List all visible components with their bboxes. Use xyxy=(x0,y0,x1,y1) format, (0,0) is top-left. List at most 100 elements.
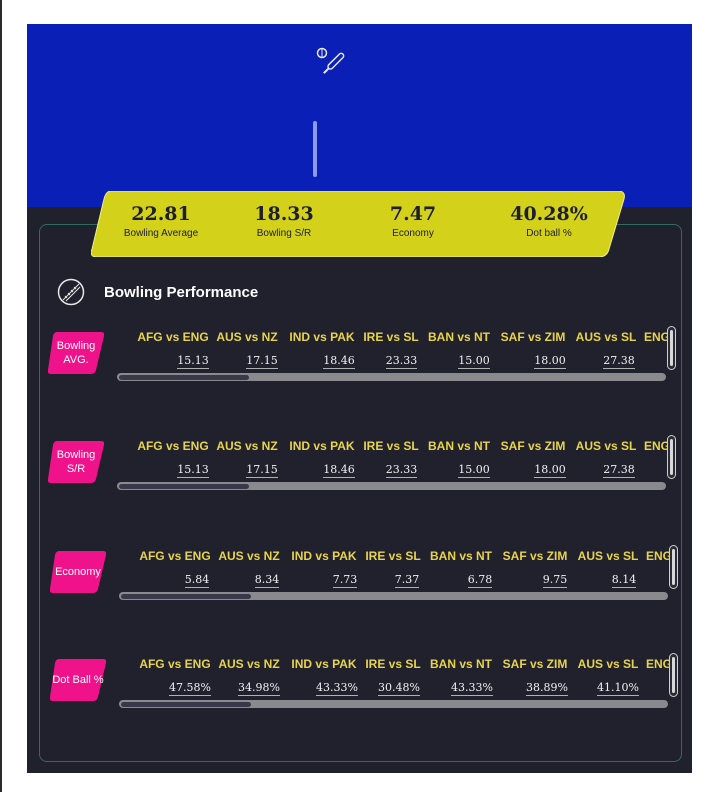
match-value: 7.37 xyxy=(394,573,420,588)
metric-badge-bowling-avg: Bowling AVG. xyxy=(48,332,104,374)
match-value: 15.13 xyxy=(177,354,209,369)
scrollbar-thumb[interactable] xyxy=(670,330,673,366)
match-cell: AFG vs ENG 15.13 xyxy=(137,438,209,478)
horizontal-scrollbar[interactable] xyxy=(117,373,666,381)
match-cell: SAF vs ZIM 18.00 xyxy=(499,438,567,478)
metric-badge-economy: Economy xyxy=(50,551,106,593)
metric-label: Dot Ball % xyxy=(52,674,104,686)
match-value: 18.00 xyxy=(534,354,566,369)
cricket-bat-ball-icon xyxy=(315,46,349,78)
scrollbar-thumb[interactable] xyxy=(121,594,251,599)
match-cell: IND vs PAK 18.46 xyxy=(288,329,356,369)
bowling-dashboard: 22.81 Bowling Average 18.33 Bowling S/R … xyxy=(27,24,692,773)
match-value: 23.33 xyxy=(385,463,418,478)
match-header: AFG vs ENG xyxy=(139,549,211,563)
match-header: BAN vs NT xyxy=(429,657,492,671)
match-cell: AUS vs SL 41.10% xyxy=(577,656,639,696)
match-cell: BAN vs NT 15.00 xyxy=(426,329,492,369)
match-header: AFG vs ENG xyxy=(137,330,209,344)
match-header: IRE vs SL xyxy=(365,549,421,563)
match-cell: AFG vs ENG 5.84 xyxy=(139,548,211,588)
match-value: 9.75 xyxy=(542,573,568,588)
metric-row-bowling-avg[interactable]: AFG vs ENG 15.13 AUS vs NZ 17.15 IND vs PA… xyxy=(117,329,670,383)
match-value: 34.98% xyxy=(238,681,280,696)
match-header: AFG vs ENG xyxy=(139,657,211,671)
match-header: AUS vs SL xyxy=(577,549,639,563)
match-cell: SAF vs ZIM 18.00 xyxy=(499,329,567,369)
match-value: 27.38 xyxy=(603,354,635,369)
horizontal-scrollbar[interactable] xyxy=(119,700,668,708)
match-cell: IRE vs SL 30.48% xyxy=(365,656,421,696)
match-cell: IND vs PAK 18.46 xyxy=(288,438,356,478)
match-value: 8.34 xyxy=(254,573,280,588)
stat-label: Bowling Average xyxy=(123,228,199,239)
stat-dot-ball: 40.28% Dot ball % xyxy=(499,201,599,241)
match-cell: IND vs PAK 43.33% xyxy=(290,656,358,696)
vertical-scrollbar[interactable] xyxy=(669,653,678,697)
match-value: 6.78 xyxy=(467,573,493,588)
match-value: 7.73 xyxy=(332,573,358,588)
match-header: IND vs PAK xyxy=(289,330,355,344)
scrollbar-thumb[interactable] xyxy=(670,439,673,475)
metric-label: Economy xyxy=(55,566,101,578)
stat-label: Bowling S/R xyxy=(256,228,312,239)
metric-row-dot-ball[interactable]: AFG vs ENG 47.58% AUS vs NZ 34.98% IND vs … xyxy=(119,656,672,710)
match-header: AUS vs NZ xyxy=(218,549,280,563)
stat-value: 22.81 xyxy=(131,203,191,225)
match-cell: AUS vs SL 8.14 xyxy=(577,548,639,588)
match-cell: SAF vs ZIM 9.75 xyxy=(501,548,569,588)
match-value: 18.46 xyxy=(323,354,355,369)
match-header: SAF vs ZIM xyxy=(500,439,566,453)
metric-badge-dot-ball: Dot Ball % xyxy=(50,659,106,701)
stat-bowling-average: 22.81 Bowling Average xyxy=(111,201,211,241)
match-value: 30.48% xyxy=(378,681,420,696)
horizontal-scrollbar[interactable] xyxy=(117,482,666,490)
match-cell: AUS vs NZ 17.15 xyxy=(216,329,278,369)
metric-label: Bowling AVG. xyxy=(56,340,96,366)
match-cell: BAN vs NT 6.78 xyxy=(428,548,494,588)
match-cell: BAN vs NT 43.33% xyxy=(428,656,494,696)
match-cell: AUS vs SL 27.38 xyxy=(575,329,637,369)
match-value: 43.33% xyxy=(451,681,493,696)
vertical-scrollbar[interactable] xyxy=(667,326,676,370)
match-header: AUS vs NZ xyxy=(216,330,278,344)
scrollbar-thumb[interactable] xyxy=(119,375,249,380)
match-value: 5.84 xyxy=(184,573,210,588)
match-value: 47.58% xyxy=(169,681,211,696)
match-cell: IRE vs SL 23.33 xyxy=(363,438,419,478)
match-value: 27.38 xyxy=(603,463,635,478)
match-value: 23.33 xyxy=(385,354,418,369)
match-header: IRE vs SL xyxy=(363,439,419,453)
match-cell: AUS vs NZ 8.34 xyxy=(218,548,280,588)
match-cell: IRE vs SL 7.37 xyxy=(365,548,421,588)
metric-row-economy[interactable]: AFG vs ENG 5.84 AUS vs NZ 8.34 IND vs PAK 7… xyxy=(119,548,672,602)
stat-bowling-sr: 18.33 Bowling S/R xyxy=(239,201,329,241)
horizontal-scrollbar[interactable] xyxy=(119,592,668,600)
match-header: IND vs PAK xyxy=(291,549,357,563)
scrollbar-thumb[interactable] xyxy=(672,549,675,585)
match-header: SAF vs ZIM xyxy=(502,657,568,671)
match-value: 15.00 xyxy=(458,463,490,478)
scrollbar-thumb[interactable] xyxy=(119,484,249,489)
stat-label: Economy xyxy=(392,228,434,239)
match-value: 18.46 xyxy=(323,463,355,478)
page-left-border xyxy=(0,0,2,792)
match-header: BAN vs NT xyxy=(429,549,492,563)
vertical-scrollbar[interactable] xyxy=(667,435,676,479)
match-cell: BAN vs NT 15.00 xyxy=(426,438,492,478)
stat-label: Dot ball % xyxy=(526,228,572,239)
metric-row-bowling-sr[interactable]: AFG vs ENG 15.13 AUS vs NZ 17.15 IND vs PA… xyxy=(117,438,670,492)
hero-divider xyxy=(313,121,317,177)
stat-economy: 7.47 Economy xyxy=(375,201,451,241)
vertical-scrollbar[interactable] xyxy=(669,545,678,589)
match-header: IND vs PAK xyxy=(289,439,355,453)
match-header: AUS vs NZ xyxy=(218,657,280,671)
match-header: SAF vs ZIM xyxy=(502,549,568,563)
scrollbar-thumb[interactable] xyxy=(121,702,251,707)
match-cell: IND vs PAK 7.73 xyxy=(290,548,358,588)
scrollbar-thumb[interactable] xyxy=(672,657,675,693)
match-header: AUS vs NZ xyxy=(216,439,278,453)
stat-value: 18.33 xyxy=(254,203,314,225)
match-header: IRE vs SL xyxy=(365,657,421,671)
match-header: AUS vs SL xyxy=(575,330,637,344)
